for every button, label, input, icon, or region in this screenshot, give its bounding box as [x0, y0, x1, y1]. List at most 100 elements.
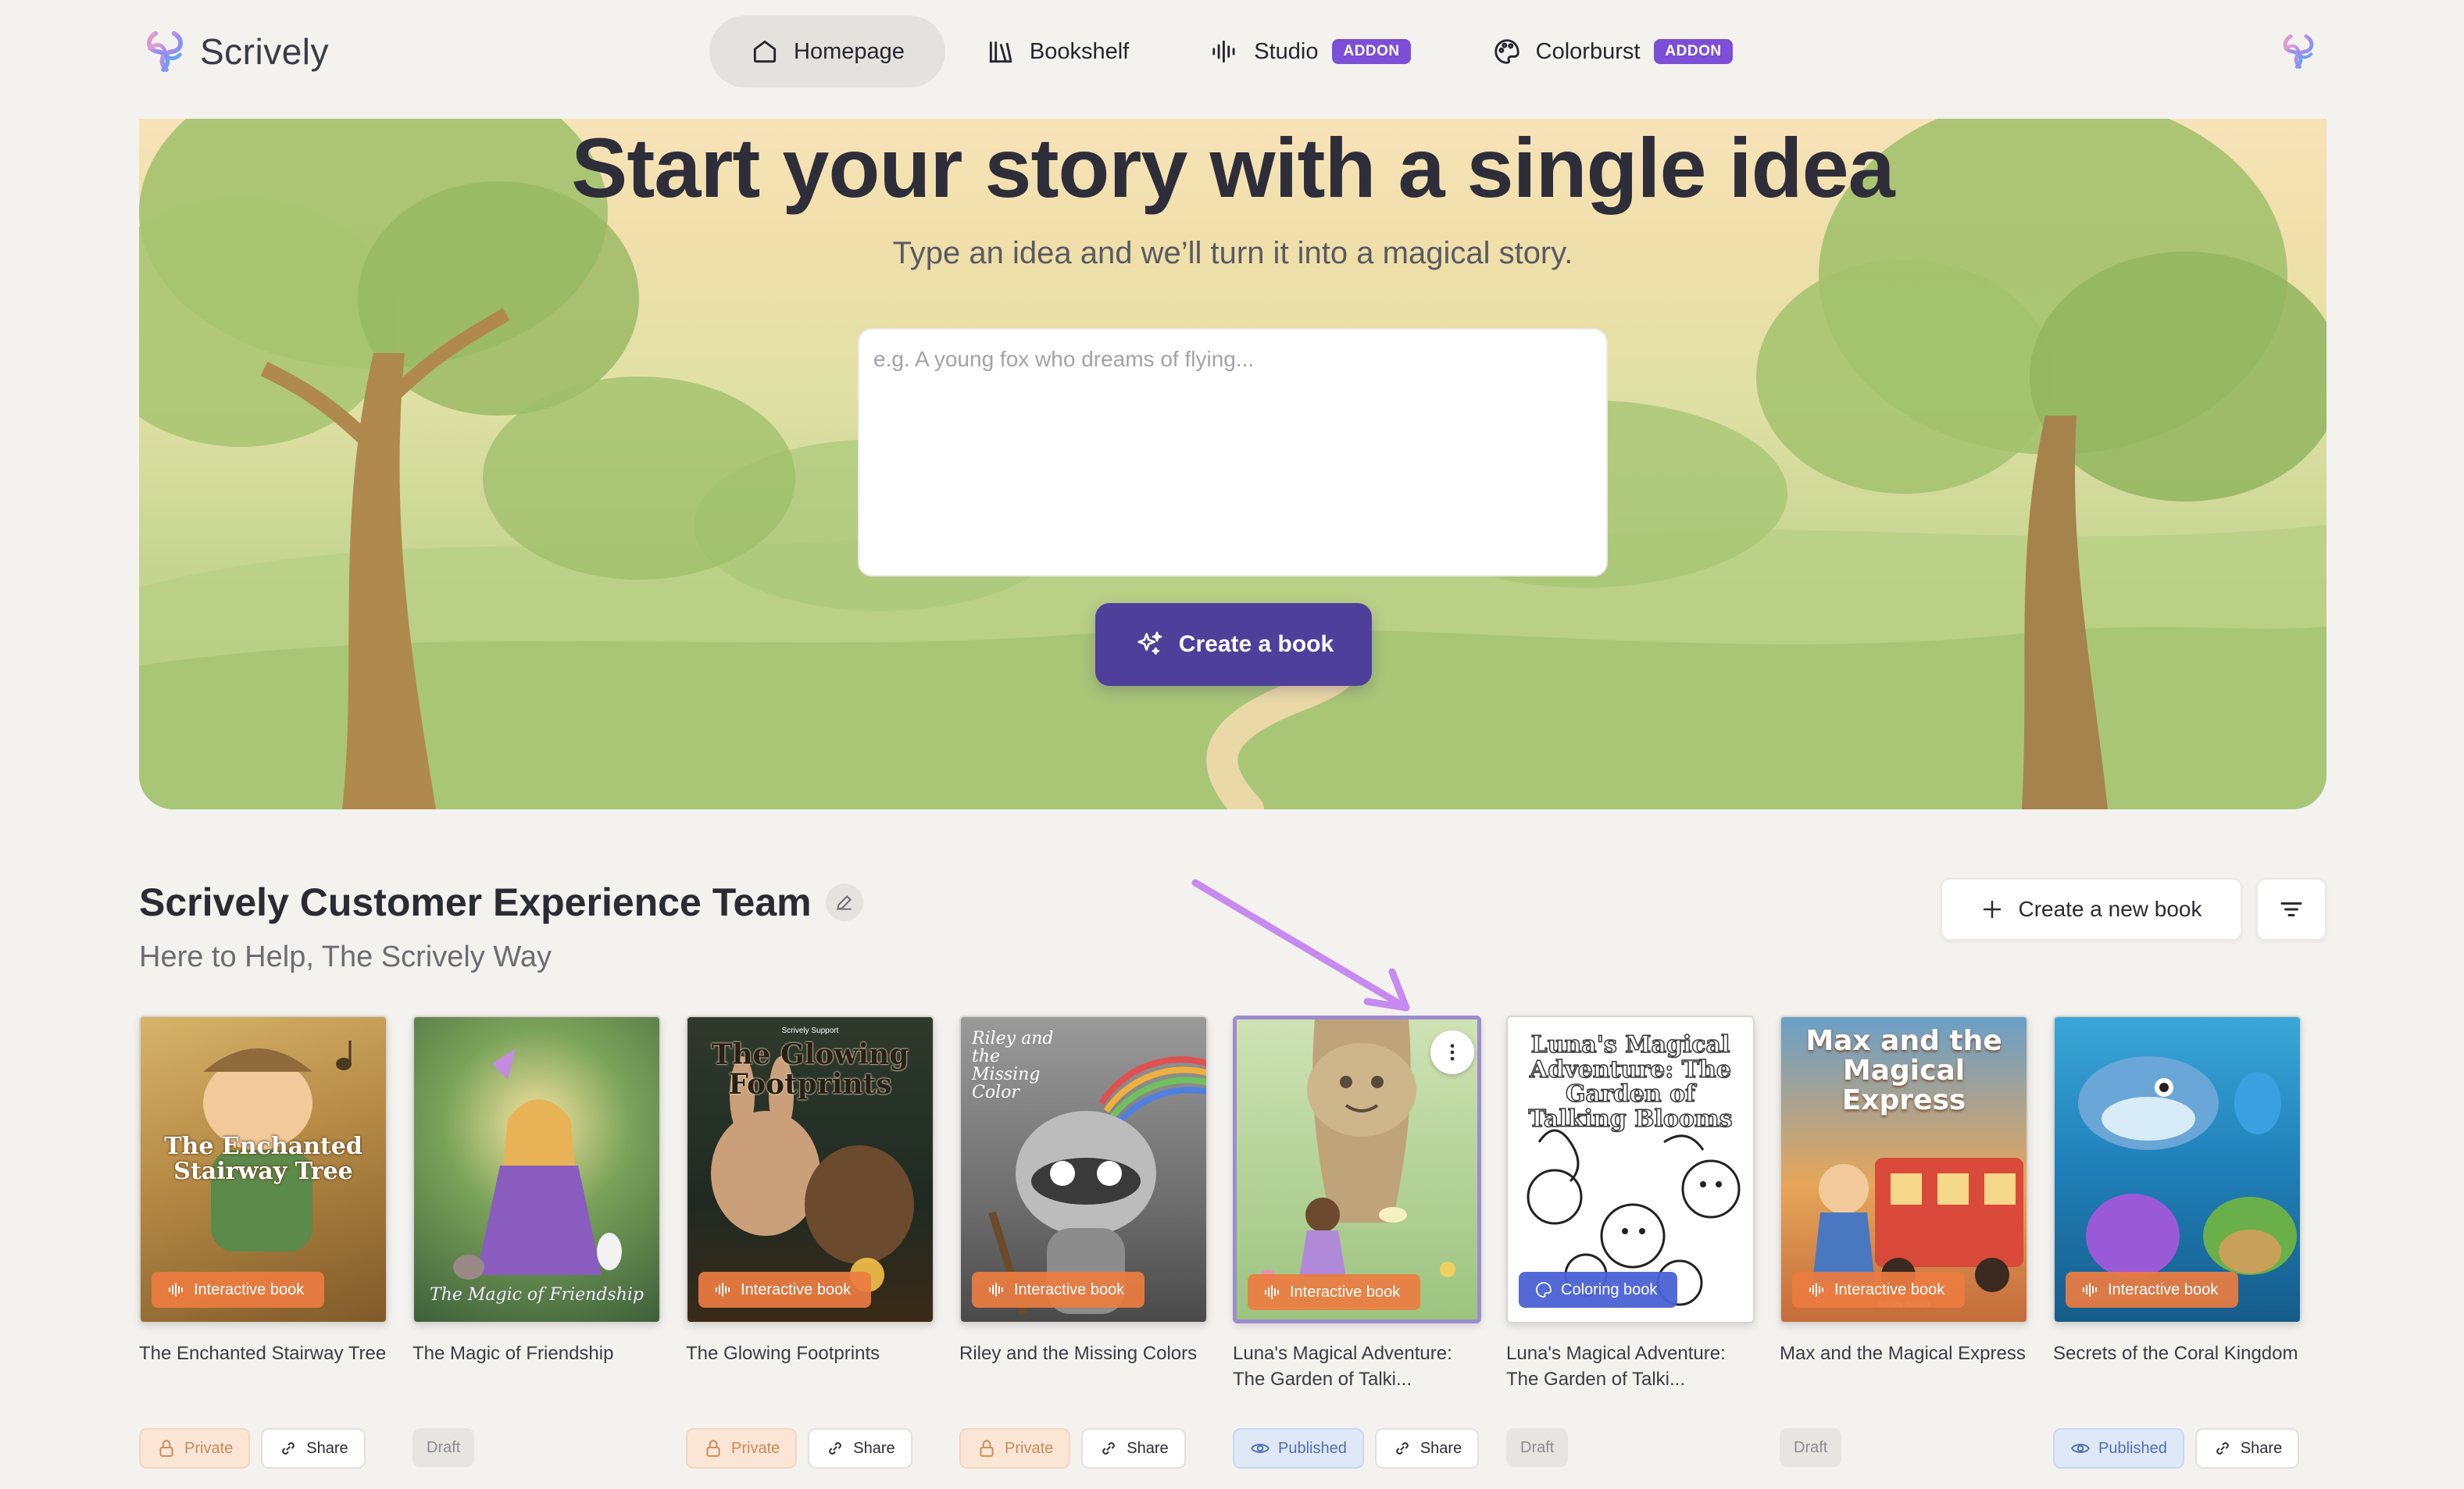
share-button[interactable]: Share: [261, 1428, 366, 1469]
link-icon: [1102, 1442, 1116, 1455]
hero-subtitle: Type an idea and we’ll turn it into a ma…: [892, 236, 1573, 270]
book-title[interactable]: The Magic of Friendship: [412, 1341, 661, 1366]
lock-icon: [159, 1440, 173, 1457]
badge-label: Coloring book: [1561, 1280, 1658, 1298]
audio-wave-icon: [1212, 40, 1235, 63]
status-label: Published: [2098, 1439, 2167, 1457]
book-actions: Published Share: [1233, 1428, 1480, 1469]
interactive-book-badge: Interactive book: [152, 1272, 325, 1308]
book-title[interactable]: Secrets of the Coral Kingdom: [2053, 1341, 2302, 1366]
interactive-book-badge: Interactive book: [1248, 1274, 1421, 1310]
sparkles-icon: [1137, 631, 1162, 655]
create-book-label: Create a book: [1178, 631, 1334, 657]
lock-icon: [980, 1440, 994, 1457]
badge-label: Interactive book: [194, 1280, 305, 1298]
status-label: Draft: [1794, 1438, 1828, 1456]
book-title[interactable]: Luna's Magical Adventure: The Garden of …: [1506, 1341, 1755, 1392]
eye-icon: [2071, 1444, 2090, 1453]
hero-banner: Start your story with a single idea Type…: [139, 119, 2327, 809]
interactive-book-badge: Interactive book: [1792, 1272, 1966, 1308]
cover-title: The Magic of Friendship: [430, 1285, 644, 1305]
link-icon: [829, 1442, 842, 1455]
interactive-book-badge: Interactive book: [972, 1272, 1145, 1308]
tab-label: Studio: [1254, 38, 1319, 64]
palette-icon: [1494, 39, 1519, 64]
book-cover[interactable]: Scrively Support The Glowing Footprints …: [686, 1016, 934, 1323]
draft-status-chip: Draft: [1780, 1428, 1842, 1467]
lock-icon: [706, 1440, 720, 1457]
book-cover[interactable]: The Enchanted Stairway Tree Interactive …: [139, 1016, 387, 1323]
addon-badge: ADDON: [1332, 39, 1411, 64]
create-new-book-button[interactable]: Create a new book: [1941, 878, 2242, 941]
audio-wave-icon: [716, 1283, 730, 1297]
tab-homepage[interactable]: Homepage: [709, 16, 945, 87]
private-status-chip[interactable]: Private: [686, 1428, 798, 1469]
link-icon: [282, 1442, 295, 1455]
hero-title: Start your story with a single idea: [571, 120, 1894, 215]
share-button[interactable]: Share: [2194, 1428, 2300, 1469]
book-title[interactable]: The Glowing Footprints: [686, 1341, 934, 1366]
book-cover[interactable]: The Magic of Friendship: [412, 1016, 661, 1323]
book-cover[interactable]: Interactive book: [1233, 1016, 1481, 1323]
status-label: Private: [184, 1439, 234, 1457]
book-cover[interactable]: Interactive book: [2053, 1016, 2302, 1323]
plus-icon: [1984, 900, 2002, 919]
tab-studio[interactable]: Studio ADDON: [1170, 16, 1451, 87]
scrively-logo-icon[interactable]: [2278, 31, 2319, 72]
more-options-button[interactable]: [1430, 1030, 1474, 1074]
share-button[interactable]: Share: [1081, 1428, 1186, 1469]
badge-label: Interactive book: [2108, 1280, 2219, 1298]
book-actions: Draft: [1780, 1428, 1842, 1467]
audio-wave-icon: [169, 1283, 183, 1297]
share-button[interactable]: Share: [1374, 1428, 1480, 1469]
book-title[interactable]: The Enchanted Stairway Tree: [139, 1341, 387, 1366]
tab-colorburst[interactable]: Colorburst ADDON: [1452, 16, 1773, 87]
published-status-chip[interactable]: Published: [2053, 1428, 2184, 1469]
book-cover[interactable]: Luna's Magical Adventure: The Garden of …: [1506, 1016, 1755, 1323]
book-title[interactable]: Luna's Magical Adventure: The Garden of …: [1233, 1341, 1481, 1392]
private-status-chip[interactable]: Private: [139, 1428, 251, 1469]
share-label: Share: [1419, 1439, 1462, 1457]
home-icon: [753, 40, 777, 63]
annotation-arrow-icon: [1191, 879, 1410, 1012]
book-cover[interactable]: Riley and the Missing Color Interactive …: [959, 1016, 1208, 1323]
filter-button[interactable]: [2256, 878, 2327, 941]
badge-label: Interactive book: [1014, 1280, 1125, 1298]
cover-author: Scrively Support: [781, 1027, 839, 1035]
book-actions: Private Share: [959, 1428, 1186, 1469]
status-label: Draft: [1520, 1438, 1555, 1456]
nav-tabs: Homepage Bookshelf Studio ADDON Colorbur…: [709, 16, 1773, 87]
idea-input[interactable]: [858, 328, 1608, 577]
link-icon: [2216, 1442, 2229, 1455]
cover-title: Riley and the Missing Color: [972, 1029, 1054, 1103]
book-actions: Published Share: [2053, 1428, 2300, 1469]
create-book-button[interactable]: Create a book: [1095, 603, 1372, 686]
book-title[interactable]: Max and the Magical Express: [1780, 1341, 2028, 1366]
tab-bookshelf[interactable]: Bookshelf: [945, 16, 1170, 87]
brand-logo[interactable]: Scrively: [141, 27, 329, 77]
audio-wave-icon: [989, 1283, 1003, 1297]
interactive-book-badge: Interactive book: [2066, 1272, 2239, 1308]
published-status-chip[interactable]: Published: [1233, 1428, 1364, 1469]
book-cover[interactable]: Max and the Magical Express Scrively Sup…: [1780, 1016, 2028, 1323]
addon-badge: ADDON: [1654, 39, 1733, 64]
top-nav: Scrively Homepage Bookshelf Studio ADDON…: [0, 0, 2464, 117]
team-title: Scrively Customer Experience Team: [139, 880, 812, 924]
team-subtitle: Here to Help, The Scrively Way: [139, 941, 552, 973]
brand-name: Scrively: [200, 31, 330, 72]
private-status-chip[interactable]: Private: [959, 1428, 1071, 1469]
share-label: Share: [853, 1439, 895, 1457]
share-button[interactable]: Share: [808, 1428, 912, 1469]
share-label: Share: [2240, 1439, 2283, 1457]
interactive-book-badge: Interactive book: [698, 1272, 872, 1308]
edit-team-button[interactable]: [825, 884, 863, 921]
cover-illustration: [453, 1048, 622, 1280]
scrively-logo-icon: [147, 30, 183, 73]
cover-title: Luna's Magical Adventure: The Garden of …: [1528, 1031, 1734, 1133]
status-label: Published: [1278, 1439, 1347, 1457]
book-title[interactable]: Riley and the Missing Colors: [959, 1341, 1208, 1366]
badge-label: Interactive book: [741, 1280, 852, 1298]
status-label: Draft: [427, 1438, 461, 1456]
book-actions: Draft: [1506, 1428, 1569, 1467]
filter-icon: [2280, 902, 2302, 916]
